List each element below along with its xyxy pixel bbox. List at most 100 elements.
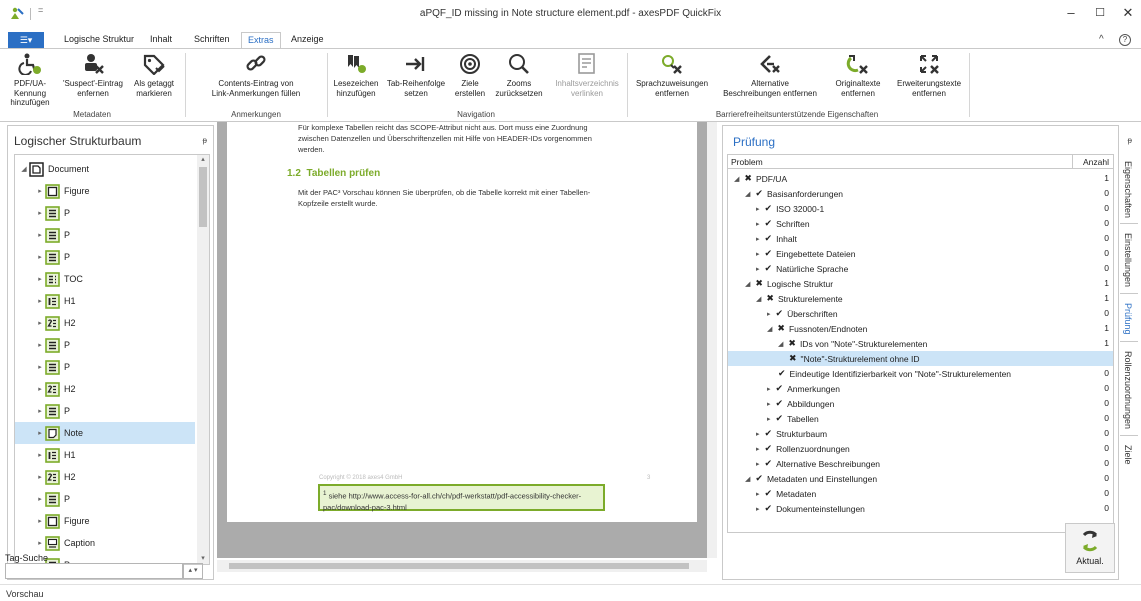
expand-arrow-icon[interactable]: ▸ — [35, 363, 45, 371]
expand-arrow-icon[interactable]: ▸ — [756, 205, 760, 213]
expand-arrow-icon[interactable]: ▸ — [35, 539, 45, 547]
expand-arrow-icon[interactable]: ▸ — [35, 495, 45, 503]
file-menu-tab[interactable]: ☰▾ — [8, 32, 44, 48]
side-tab-rollenzuordnungen[interactable]: Rollenzuordnungen — [1123, 351, 1133, 429]
pdf-page[interactable]: Für komplexe Tabellen reicht das SCOPE-A… — [227, 122, 697, 522]
check-row[interactable]: ▸ ✔ Inhalt 0 — [728, 231, 1113, 246]
bookmarks-add-button[interactable]: Lesezeichen hinzufügen — [330, 53, 382, 98]
zooms-reset-button[interactable]: Zooms zurücksetzen — [490, 53, 548, 98]
toc-link-button[interactable]: Inhaltsverzeichnis verlinken — [550, 53, 624, 98]
expand-arrow-icon[interactable]: ▸ — [35, 275, 45, 283]
collapse-arrow-icon[interactable]: ◢ — [745, 475, 750, 483]
minimize-button[interactable]: – — [1059, 4, 1083, 22]
expand-arrow-icon[interactable]: ▸ — [35, 407, 45, 415]
tree-node-p[interactable]: ▸P — [15, 202, 195, 224]
expand-arrow-icon[interactable]: ▸ — [756, 460, 760, 468]
check-row[interactable]: ◢ ✔ Metadaten und Einstellungen 0 — [728, 471, 1113, 486]
expand-arrow-icon[interactable]: ▸ — [767, 310, 771, 318]
expand-arrow-icon[interactable]: ▸ — [35, 231, 45, 239]
scroll-thumb[interactable] — [199, 167, 207, 227]
expand-arrow-icon[interactable]: ▸ — [756, 490, 760, 498]
tab-schriften[interactable]: Schriften — [194, 34, 230, 44]
tree-node-h2[interactable]: ▸ H2 — [15, 466, 195, 488]
targets-create-button[interactable]: Ziele erstellen — [450, 53, 490, 98]
column-header-problem[interactable]: Problem — [731, 157, 763, 167]
tab-order-set-button[interactable]: Tab-Reihenfolge setzen — [384, 53, 448, 98]
document-hscrollbar[interactable] — [217, 560, 707, 572]
check-row[interactable]: ◢ ✖ Logische Struktur 1 — [728, 276, 1113, 291]
tree-node-p[interactable]: ▸P — [15, 334, 195, 356]
document-view[interactable]: Für komplexe Tabellen reicht das SCOPE-A… — [217, 122, 717, 572]
tree-scrollbar[interactable]: ▴ ▾ — [197, 155, 209, 564]
refresh-button[interactable]: Aktual. — [1065, 523, 1115, 573]
tree-node-figure[interactable]: ▸ Figure — [15, 180, 195, 202]
column-header-count[interactable]: Anzahl — [1083, 157, 1109, 167]
collapse-arrow-icon[interactable]: ◢ — [767, 325, 772, 333]
check-row[interactable]: ▸ ✔ Abbildungen 0 — [728, 396, 1113, 411]
expand-arrow-icon[interactable]: ▸ — [35, 517, 45, 525]
tree-node-h2[interactable]: ▸ H2 — [15, 378, 195, 400]
expand-arrow-icon[interactable]: ▸ — [767, 385, 771, 393]
link-contents-fill-button[interactable]: Contents-Eintrag von Link-Anmerkungen fü… — [190, 53, 322, 98]
check-row[interactable]: ▸ ✔ Natürliche Sprache 0 — [728, 261, 1113, 276]
tag-search-spinner[interactable]: ▴ ▾ — [183, 563, 203, 579]
pin-icon[interactable]: ᵽ — [203, 136, 207, 145]
tree-node-p[interactable]: ▸P — [15, 246, 195, 268]
document-vscrollbar[interactable] — [707, 122, 717, 558]
pdfua-id-add-button[interactable]: PDF/UA-Kennung hinzufügen — [2, 53, 58, 108]
scroll-up-icon[interactable]: ▴ — [197, 155, 209, 165]
tree-node-caption[interactable]: ▸ Caption — [15, 532, 195, 554]
check-row[interactable]: ▸ ✔ Metadaten 0 — [728, 486, 1113, 501]
check-row[interactable]: ✖ "Note"-Strukturelement ohne ID — [728, 351, 1113, 366]
expansion-text-remove-button[interactable]: Erweiterungstexte entfernen — [892, 53, 966, 98]
expand-arrow-icon[interactable]: ▸ — [756, 250, 760, 258]
expand-arrow-icon[interactable]: ▸ — [35, 253, 45, 261]
expand-arrow-icon[interactable]: ▸ — [756, 220, 760, 228]
check-row[interactable]: ▸ ✔ Schriften 0 — [728, 216, 1113, 231]
expand-arrow-icon[interactable]: ▸ — [35, 429, 45, 437]
mark-tagged-button[interactable]: Als getaggt markieren — [128, 53, 180, 98]
tree-node-p[interactable]: ▸P — [15, 400, 195, 422]
tab-logische-struktur[interactable]: Logische Struktur — [64, 34, 134, 44]
expand-arrow-icon[interactable]: ▸ — [35, 297, 45, 305]
expand-arrow-icon[interactable]: ▸ — [35, 209, 45, 217]
expand-arrow-icon[interactable]: ▸ — [756, 430, 760, 438]
collapse-arrow-icon[interactable]: ◢ — [778, 340, 783, 348]
check-row[interactable]: ▸ ✔ Alternative Beschreibungen 0 — [728, 456, 1113, 471]
expand-arrow-icon[interactable]: ▸ — [35, 319, 45, 327]
tree-node-p[interactable]: ▸P — [15, 356, 195, 378]
check-row[interactable]: ◢ ✖ IDs von "Note"-Strukturelementen 1 — [728, 336, 1113, 351]
check-row[interactable]: ◢ ✖ Fussnoten/Endnoten 1 — [728, 321, 1113, 336]
tab-extras[interactable]: Extras — [241, 32, 281, 48]
alt-text-remove-button[interactable]: Alternative Beschreibungen entfernen — [716, 53, 824, 98]
tag-search-input[interactable] — [5, 563, 183, 579]
check-row[interactable]: ▸ ✔ Überschriften 0 — [728, 306, 1113, 321]
tab-anzeige[interactable]: Anzeige — [291, 34, 324, 44]
check-row[interactable]: ◢ ✔ Basisanforderungen 0 — [728, 186, 1113, 201]
expand-arrow-icon[interactable]: ▸ — [756, 235, 760, 243]
note-highlight[interactable]: 1 siehe http://www.access-for-all.ch/ch/… — [318, 484, 605, 512]
expand-arrow-icon[interactable]: ▸ — [756, 445, 760, 453]
original-text-remove-button[interactable]: Originaltexte entfernen — [826, 53, 890, 98]
collapse-arrow-icon[interactable]: ◢ — [745, 280, 750, 288]
tree-node-p[interactable]: ▸P — [15, 224, 195, 246]
check-row[interactable]: ▸ ✔ Rollenzuordnungen 0 — [728, 441, 1113, 456]
check-row[interactable]: ◢ ✖ Strukturelemente 1 — [728, 291, 1113, 306]
tree-node-document[interactable]: ◢ Document — [15, 158, 195, 180]
suspect-remove-button[interactable]: 'Suspect'-Eintrag enfernen — [60, 53, 126, 98]
expand-arrow-icon[interactable]: ▸ — [767, 400, 771, 408]
check-row[interactable]: ▸ ✔ ISO 32000-1 0 — [728, 201, 1113, 216]
side-tab-einstellungen[interactable]: Einstellungen — [1123, 233, 1133, 287]
side-tab-eigenschaften[interactable]: Eigenschaften — [1123, 161, 1133, 218]
scroll-thumb[interactable] — [229, 563, 689, 569]
expand-arrow-icon[interactable]: ▸ — [35, 187, 45, 195]
close-button[interactable]: ✕ — [1116, 4, 1140, 22]
check-row[interactable]: ✔ Eindeutige Identifizierbarkeit von "Not… — [728, 366, 1113, 381]
tree-node-note[interactable]: ▸ Note — [15, 422, 195, 444]
tree-node-h2[interactable]: ▸ H2 — [15, 312, 195, 334]
tree-node-h1[interactable]: ▸ H1 — [15, 290, 195, 312]
help-button[interactable]: ? — [1119, 34, 1131, 46]
check-row[interactable]: ▸ ✔ Eingebettete Dateien 0 — [728, 246, 1113, 261]
check-row[interactable]: ▸ ✔ Anmerkungen 0 — [728, 381, 1113, 396]
expand-arrow-icon[interactable]: ▸ — [35, 451, 45, 459]
